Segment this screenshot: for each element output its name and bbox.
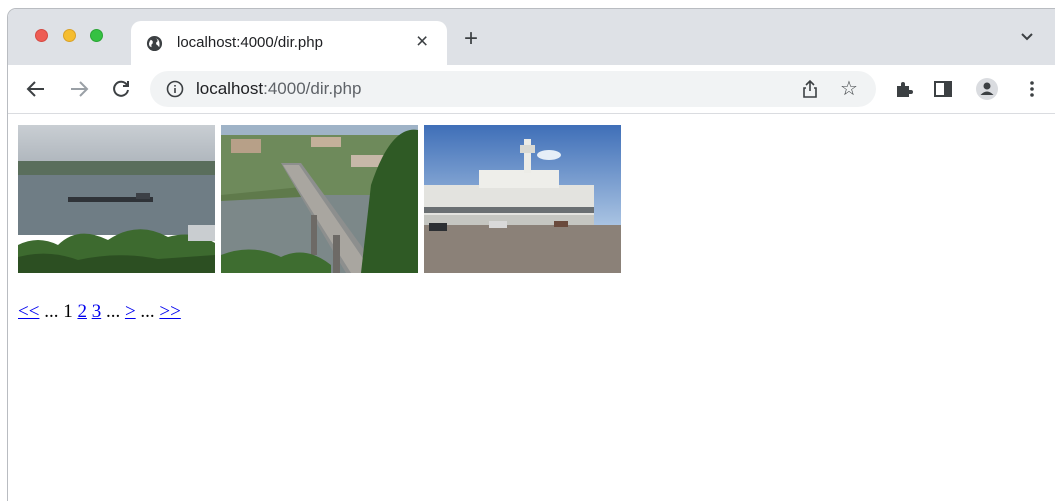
close-window-button[interactable] xyxy=(35,29,48,42)
pagination-ellipsis: ... xyxy=(44,301,59,322)
river-barge-photo[interactable] xyxy=(18,125,215,273)
profile-avatar-icon[interactable] xyxy=(975,77,999,101)
next-page-link[interactable]: > xyxy=(125,301,136,322)
bridge-photo[interactable] xyxy=(221,125,418,273)
browser-tab[interactable]: localhost:4000/dir.php × xyxy=(131,21,447,65)
back-arrow-icon[interactable] xyxy=(25,78,47,100)
last-page-link[interactable]: >> xyxy=(159,301,180,322)
pagination: << ... 1 2 3 ... > ... >> xyxy=(18,301,181,323)
info-icon[interactable] xyxy=(166,80,184,98)
url-host: localhost xyxy=(196,79,264,98)
page-2-link[interactable]: 2 xyxy=(77,301,87,322)
reload-icon[interactable] xyxy=(110,78,132,100)
chevron-down-icon[interactable] xyxy=(1020,31,1034,43)
address-bar[interactable]: localhost:4000/dir.php ☆ xyxy=(150,71,876,107)
pagination-ellipsis: ... xyxy=(105,301,121,322)
tab-title: localhost:4000/dir.php xyxy=(177,34,323,51)
page-content: << ... 1 2 3 ... > ... >> xyxy=(8,115,1055,501)
globe-icon xyxy=(146,35,163,52)
url-text[interactable]: localhost:4000/dir.php xyxy=(196,79,361,99)
url-path: :4000/dir.php xyxy=(263,79,362,98)
bookmark-star-icon[interactable]: ☆ xyxy=(840,77,858,101)
more-vertical-icon[interactable] xyxy=(1020,77,1044,101)
extensions-puzzle-icon[interactable] xyxy=(892,77,916,101)
forward-arrow-icon[interactable] xyxy=(68,78,90,100)
new-tab-icon[interactable]: + xyxy=(464,27,478,51)
browser-window: localhost:4000/dir.php × + localhost:400… xyxy=(7,8,1055,501)
toolbar: localhost:4000/dir.php ☆ xyxy=(8,65,1055,114)
current-page: 1 xyxy=(63,301,73,322)
minimize-window-button[interactable] xyxy=(63,29,76,42)
river-station-photo[interactable] xyxy=(424,125,621,273)
first-page-link[interactable]: << xyxy=(18,301,39,322)
share-icon[interactable] xyxy=(801,79,819,99)
page-3-link[interactable]: 3 xyxy=(92,301,102,322)
zoom-window-button[interactable] xyxy=(90,29,103,42)
tab-strip: localhost:4000/dir.php × + xyxy=(8,9,1055,65)
pagination-ellipsis: ... xyxy=(140,301,155,322)
side-panel-icon[interactable] xyxy=(931,77,955,101)
close-tab-icon[interactable]: × xyxy=(416,30,428,54)
